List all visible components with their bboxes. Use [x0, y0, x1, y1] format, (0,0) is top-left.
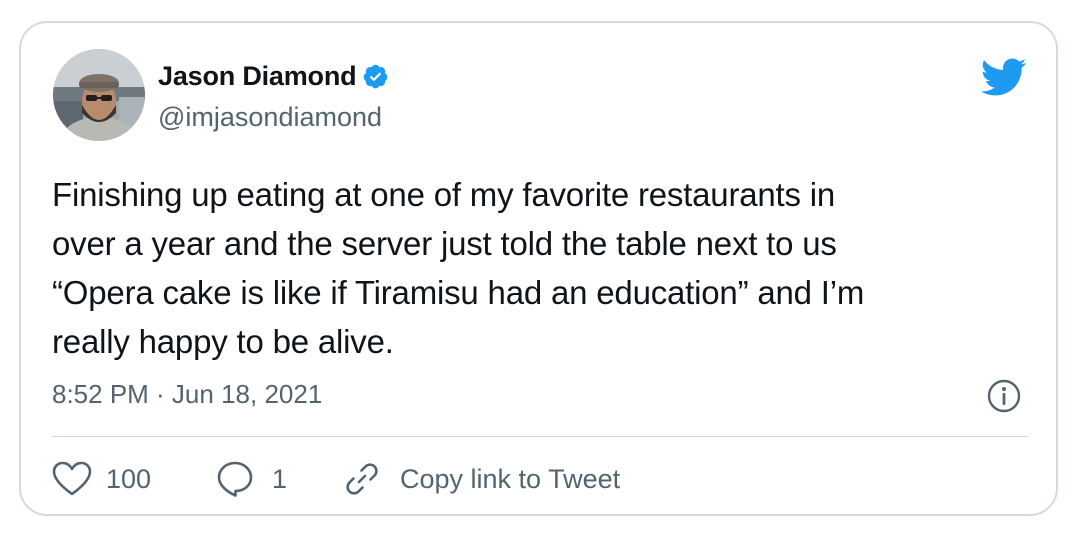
reply-button[interactable]: 1	[216, 460, 343, 498]
name-row: Jason Diamond	[158, 59, 389, 93]
twitter-bird-icon[interactable]	[979, 57, 1027, 97]
link-icon	[346, 463, 378, 495]
display-name[interactable]: Jason Diamond	[158, 61, 357, 92]
copy-link-button[interactable]: Copy link to Tweet	[343, 460, 620, 498]
reply-bubble-icon	[217, 461, 253, 497]
verified-badge-icon	[362, 63, 389, 90]
heart-icon	[52, 461, 92, 496]
copy-link-label: Copy link to Tweet	[400, 463, 621, 494]
reply-count: 1	[272, 463, 288, 494]
tweet-timestamp[interactable]: 8:52 PM · Jun 18, 2021	[52, 379, 322, 410]
like-button[interactable]: 100	[52, 461, 216, 497]
action-bar: 100 1 Copy link to Tweet	[52, 459, 620, 499]
divider	[52, 436, 1029, 437]
info-icon[interactable]	[987, 379, 1021, 413]
tweet-card: Jason Diamond @imjasondiamond Finishing …	[19, 21, 1058, 516]
user-handle[interactable]: @imjasondiamond	[158, 102, 382, 133]
tweet-text: Finishing up eating at one of my favorit…	[52, 176, 865, 360]
avatar-image	[53, 49, 145, 141]
like-count: 100	[106, 463, 152, 494]
avatar[interactable]	[53, 49, 145, 141]
